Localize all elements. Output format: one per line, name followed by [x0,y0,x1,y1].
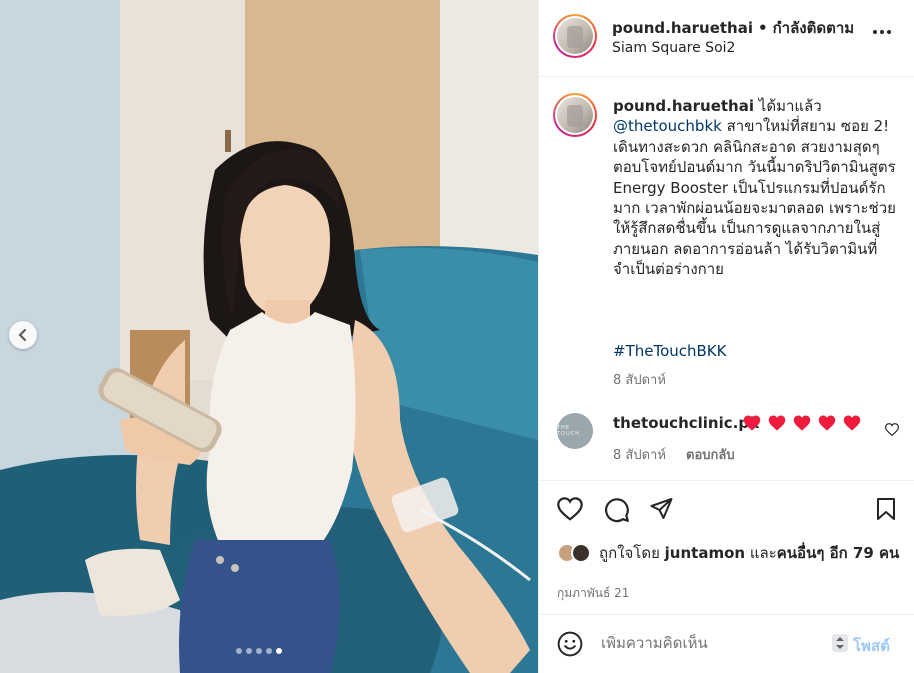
grammar-helper-icon[interactable] [832,634,848,652]
red-heart-emoji-icon [843,415,861,431]
up-down-arrows-icon [836,637,844,649]
caption-mention[interactable]: @thetouchbkk [613,117,722,135]
likes-summary: ถูกใจโดย juntamon และคนอื่นๆ อีก 79 คน [557,543,909,565]
carousel-dot [246,648,252,654]
commenter-avatar[interactable]: THE TOUCH [557,413,593,449]
photo-illustration [0,0,538,673]
smiley-icon [557,631,583,657]
ellipsis-icon[interactable] [873,25,895,39]
small-heart-icon [884,423,900,437]
liker-username[interactable]: juntamon [665,544,745,562]
comment-like-button[interactable] [884,421,900,440]
likes-others[interactable]: คนอื่นๆ อีก 79 คน [777,544,900,562]
commenter-username[interactable]: thetouchclinic.pk [613,414,759,432]
carousel-indicator [236,648,282,654]
commenter-avatar-text: THE TOUCH [557,425,580,437]
post-header: pound.haruethai • กำลังติดตาม Siam Square … [539,0,914,77]
carousel-dot [256,648,262,654]
comment-button[interactable] [604,497,630,527]
share-button[interactable] [649,497,674,525]
red-heart-emoji-icon [743,415,761,431]
post-caption: pound.haruethai ได้มาแล้ว @thetouchbkk ส… [613,96,898,280]
emoji-button[interactable] [557,631,583,661]
previous-photo-button[interactable] [9,321,37,349]
post-side-panel: pound.haruethai • กำลังติดตาม Siam Square … [538,0,914,673]
comment-bar: โพสต์ [539,614,914,673]
carousel-dot [266,648,272,654]
red-heart-emoji-icon [793,415,811,431]
carousel-dot [276,648,282,654]
carousel-dot [236,648,242,654]
action-bar [539,480,914,540]
save-button[interactable] [875,497,897,525]
caption-text-after: สาขาใหม่ที่สยาม ซอย 2! เดินทางสะดวก คลิน… [613,117,896,279]
caption-timestamp[interactable]: 8 สัปดาห์ [613,369,666,390]
reply-button[interactable]: ตอบกลับ [686,444,735,465]
post-comment-button[interactable]: โพสต์ [853,634,890,658]
header-user-line: pound.haruethai • กำลังติดตาม [612,19,855,37]
comment-hearts [743,414,861,432]
comment-input[interactable] [601,634,821,652]
like-button[interactable] [557,497,583,525]
caption-hashtag[interactable]: #TheTouchBKK [613,342,726,360]
caption-author-avatar[interactable] [553,93,597,137]
likes-text[interactable]: ถูกใจโดย juntamon และคนอื่นๆ อีก 79 คน [599,543,909,563]
caption-username[interactable]: pound.haruethai [613,97,754,115]
bookmark-icon [877,498,895,520]
following-label[interactable]: กำลังติดตาม [773,19,855,37]
comment-timestamp: 8 สัปดาห์ [613,448,666,463]
paper-plane-icon [650,498,673,519]
caption-text-before: ได้มาแล้ว [758,97,822,115]
heart-outline-icon [557,497,583,521]
red-heart-emoji-icon [768,415,786,431]
chevron-left-icon [18,329,26,341]
likes-prefix: ถูกใจโดย [599,544,660,562]
likes-conjunction: และ [749,544,777,562]
liker-avatars [557,543,595,565]
post-photo[interactable] [0,0,538,673]
post-location[interactable]: Siam Square Soi2 [612,40,735,56]
post-date[interactable]: กุมภาพันธ์ 21 [557,584,629,603]
speech-bubble-icon [605,498,629,523]
author-avatar[interactable] [553,14,597,58]
author-username[interactable]: pound.haruethai [612,19,753,37]
red-heart-emoji-icon [818,415,836,431]
